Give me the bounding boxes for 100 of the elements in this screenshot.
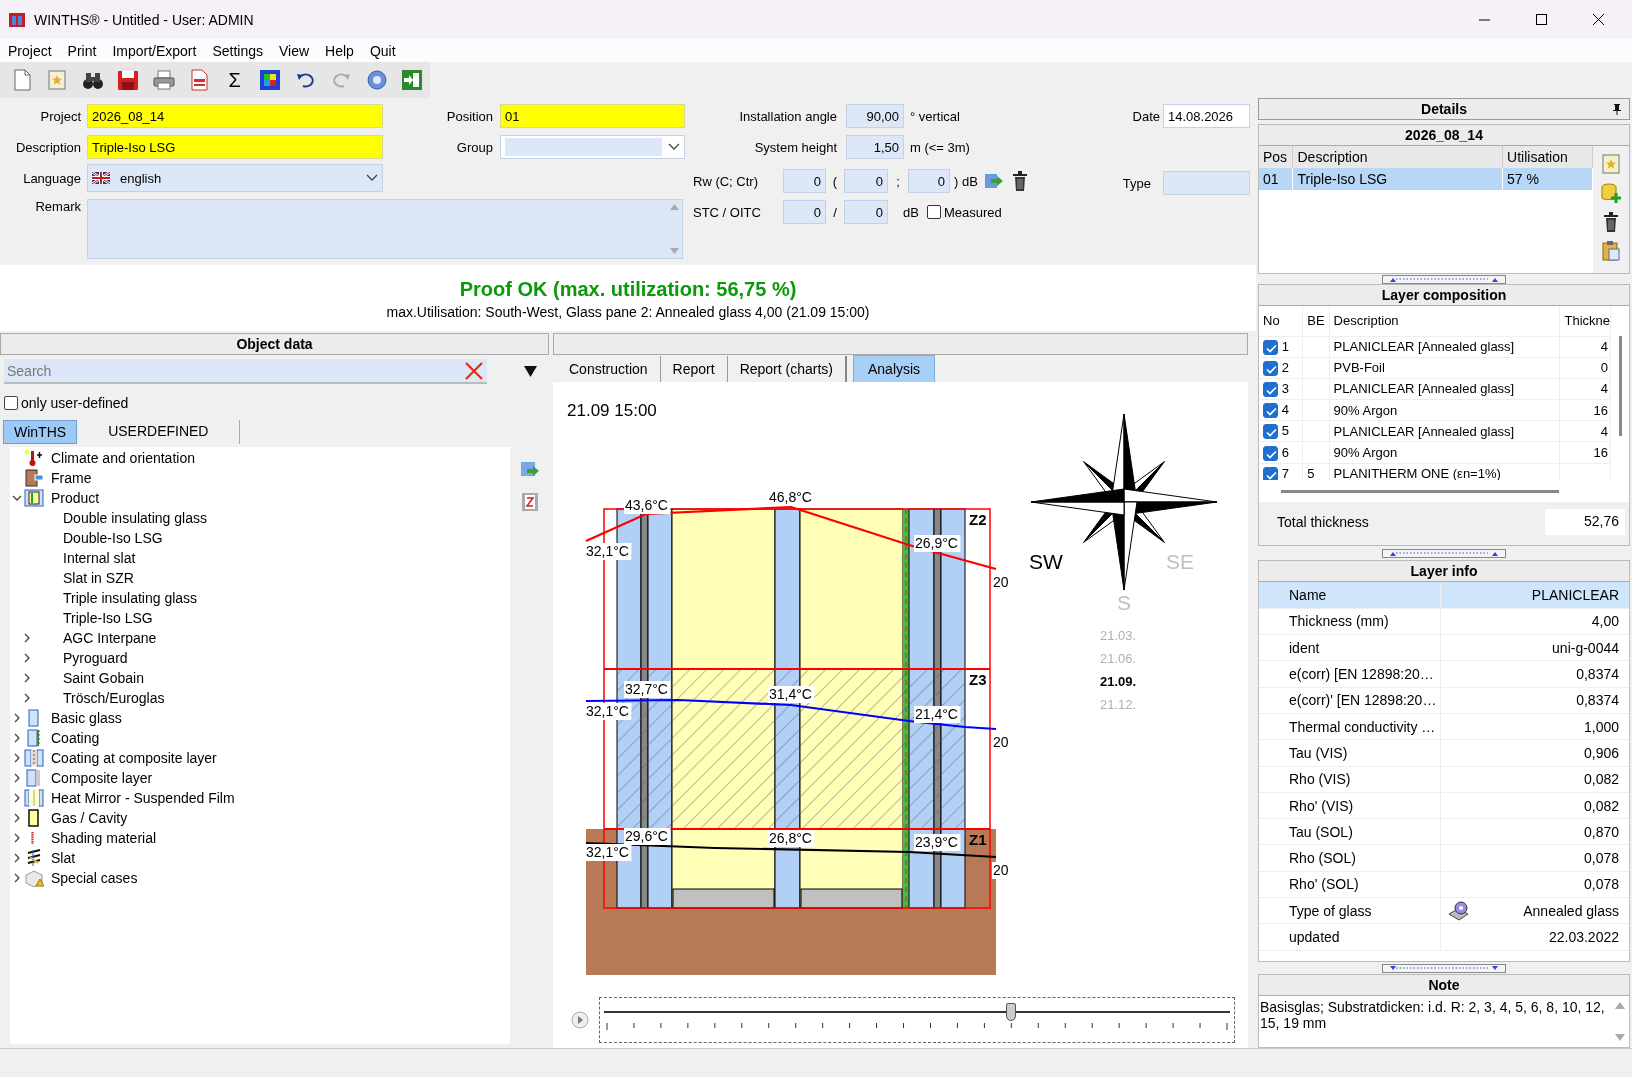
- sum-button[interactable]: Σ: [224, 68, 245, 92]
- delete-icon[interactable]: [1603, 212, 1619, 232]
- scrollbar[interactable]: [1281, 489, 1559, 493]
- project-field[interactable]: 2026_08_14: [87, 104, 383, 128]
- menu-item[interactable]: Settings: [204, 40, 271, 61]
- tree-item[interactable]: Double insulating glass: [63, 510, 207, 526]
- angle-field[interactable]: 90,00: [846, 104, 904, 128]
- checkbox[interactable]: [1263, 403, 1278, 419]
- tab[interactable]: Report: [660, 355, 728, 382]
- tree-item[interactable]: Pyroguard: [63, 650, 128, 666]
- chevron-right-icon[interactable]: [12, 813, 22, 823]
- chevron-right-icon[interactable]: [22, 693, 32, 703]
- date-field[interactable]: 14.08.2026: [1163, 104, 1250, 128]
- tree-item[interactable]: Slat: [51, 850, 76, 866]
- checkbox[interactable]: [1263, 445, 1278, 461]
- tree-item[interactable]: Trösch/Euroglas: [63, 690, 165, 706]
- menu-item[interactable]: Print: [59, 40, 105, 61]
- menu-item[interactable]: Import/Export: [104, 40, 205, 61]
- property-row[interactable]: Rho' (VIS) 0,082: [1259, 792, 1629, 819]
- column-header[interactable]: Description: [1329, 306, 1560, 336]
- tree-item[interactable]: Basic glass: [51, 710, 122, 726]
- chevron-right-icon[interactable]: [12, 873, 22, 883]
- column-header[interactable]: Thickne: [1559, 306, 1611, 336]
- property-row[interactable]: e(corr) [EN 12898:20… 0,8374: [1259, 660, 1629, 688]
- save-icon[interactable]: [116, 68, 141, 92]
- oitc-field[interactable]: 0: [844, 200, 888, 224]
- search-field[interactable]: Search: [4, 359, 487, 384]
- column-header[interactable]: Description: [1293, 146, 1503, 168]
- tree-item[interactable]: Double-Iso LSG: [63, 530, 163, 546]
- property-row[interactable]: Rho' (SOL) 0,078: [1259, 871, 1629, 898]
- position-field[interactable]: 01: [500, 104, 685, 128]
- export-icon[interactable]: [519, 461, 540, 479]
- tree-item[interactable]: AGC Interpane: [63, 630, 157, 646]
- time-slider[interactable]: [599, 997, 1235, 1043]
- checkbox[interactable]: [4, 396, 18, 410]
- tree-item[interactable]: Composite layer: [51, 770, 153, 786]
- column-header[interactable]: Pos: [1259, 146, 1293, 168]
- splitter-handle[interactable]: [1382, 963, 1506, 973]
- ctr-field[interactable]: 0: [908, 169, 950, 193]
- tree-item[interactable]: Slat in SZR: [63, 570, 134, 586]
- property-row[interactable]: updated 22.03.2022: [1259, 923, 1629, 951]
- clipboard-icon[interactable]: [1602, 241, 1620, 261]
- close-icon[interactable]: [1593, 14, 1604, 25]
- maximize-icon[interactable]: [1536, 14, 1547, 25]
- export-icon[interactable]: [983, 172, 1004, 190]
- property-row[interactable]: Thermal conductivity … 1,000: [1259, 713, 1629, 740]
- menu-item[interactable]: View: [271, 40, 318, 61]
- scrollbar[interactable]: [1618, 336, 1622, 436]
- splitter-handle[interactable]: [1382, 274, 1506, 284]
- tree-item[interactable]: Product: [51, 490, 100, 506]
- tree-item[interactable]: Coating: [51, 730, 100, 746]
- tree-item[interactable]: Special cases: [51, 870, 138, 886]
- description-field[interactable]: Triple-Iso LSG: [87, 135, 383, 159]
- property-row[interactable]: Type of glass Annealed glass: [1259, 897, 1629, 924]
- tree-item[interactable]: Internal slat: [63, 550, 136, 566]
- tab[interactable]: USERDEFINED: [77, 420, 241, 444]
- menu-item[interactable]: Quit: [361, 40, 404, 61]
- slider-thumb[interactable]: [1005, 1003, 1016, 1021]
- property-row[interactable]: Tau (SOL) 0,870: [1259, 818, 1629, 845]
- checkbox[interactable]: [1263, 424, 1278, 440]
- date-option[interactable]: 21.09.: [1099, 674, 1137, 689]
- printer-icon[interactable]: [151, 68, 176, 92]
- column-header[interactable]: No: [1259, 306, 1303, 336]
- clear-icon[interactable]: [465, 362, 483, 380]
- delete-icon[interactable]: [1011, 171, 1028, 191]
- tree-item[interactable]: Heat Mirror - Suspended Film: [51, 790, 235, 806]
- property-row[interactable]: Rho (SOL) 0,078: [1259, 844, 1629, 872]
- checkbox[interactable]: [1263, 382, 1278, 397]
- column-header[interactable]: BE: [1302, 306, 1330, 336]
- property-row[interactable]: Rho (VIS) 0,082: [1259, 766, 1629, 793]
- property-row[interactable]: Tau (VIS) 0,906: [1259, 739, 1629, 767]
- tree-item[interactable]: Triple insulating glass: [63, 590, 198, 606]
- property-row[interactable]: Thickness (mm) 4,00: [1259, 608, 1629, 635]
- chevron-right-icon[interactable]: [12, 773, 22, 783]
- tree-item[interactable]: Coating at composite layer: [51, 750, 217, 766]
- splitter-handle[interactable]: [1382, 548, 1506, 558]
- minimize-icon[interactable]: [1479, 18, 1490, 21]
- tree-item[interactable]: Triple-Iso LSG: [63, 610, 153, 626]
- checkbox[interactable]: [1263, 339, 1278, 355]
- table-row[interactable]: 01 Triple-Iso LSG 57 %: [1259, 168, 1593, 190]
- grid-icon[interactable]: [258, 68, 283, 92]
- measured-checkbox[interactable]: [926, 205, 941, 219]
- rw-field[interactable]: 0: [783, 169, 826, 193]
- tree-item[interactable]: Shading material: [51, 830, 157, 846]
- property-row[interactable]: ident uni-g-0044: [1259, 634, 1629, 661]
- tree-item[interactable]: Frame: [51, 470, 92, 486]
- height-field[interactable]: 1,50: [846, 135, 904, 159]
- tree-item[interactable]: Climate and orientation: [51, 450, 195, 466]
- tab[interactable]: Analysis: [853, 354, 936, 383]
- chevron-right-icon[interactable]: [22, 633, 32, 643]
- chevron-right-icon[interactable]: [12, 853, 22, 863]
- chevron-right-icon[interactable]: [12, 713, 22, 723]
- stc-field[interactable]: 0: [783, 200, 826, 224]
- type-field[interactable]: [1163, 171, 1250, 195]
- chevron-right-icon[interactable]: [22, 673, 32, 683]
- add-database-icon[interactable]: [1601, 183, 1621, 203]
- column-header[interactable]: Utilisation: [1502, 146, 1593, 168]
- chevron-right-icon[interactable]: [12, 733, 22, 743]
- exit-icon[interactable]: [400, 68, 425, 92]
- play-icon[interactable]: [571, 1011, 589, 1029]
